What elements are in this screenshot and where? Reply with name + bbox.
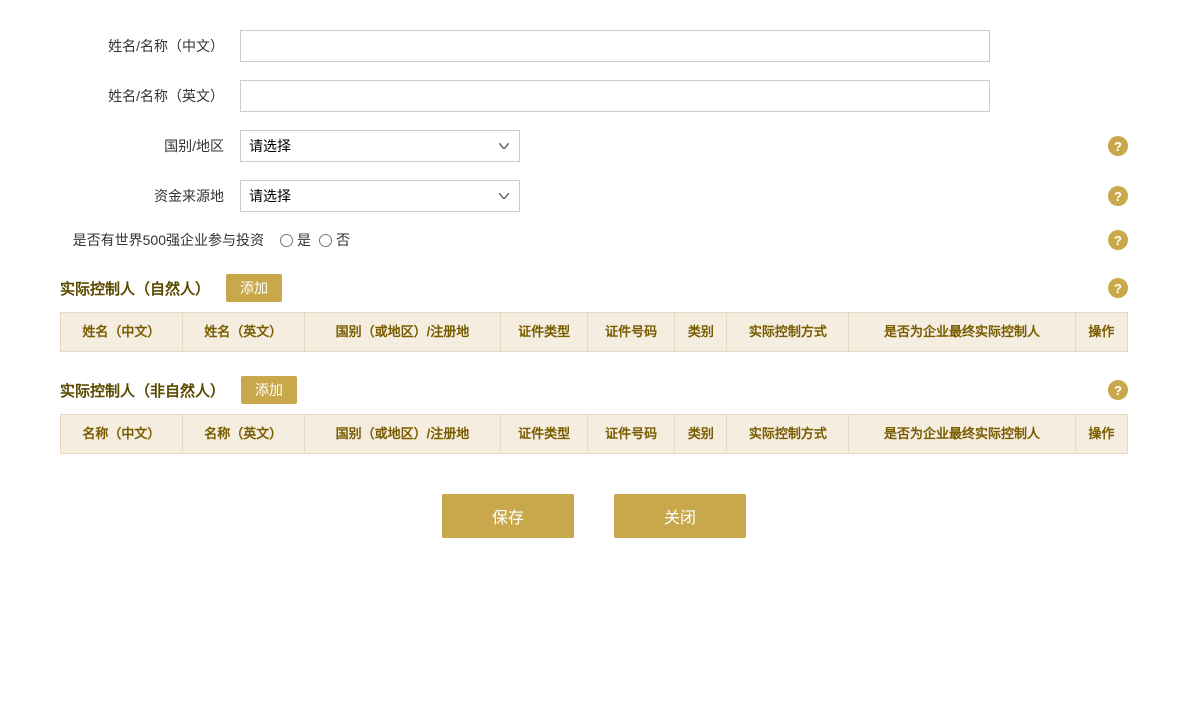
fund-source-help-wrap: ?	[520, 186, 1128, 206]
fortune500-help-wrap: ?	[350, 230, 1128, 250]
country-help-icon[interactable]: ?	[1108, 136, 1128, 156]
name-en-label: 姓名/名称（英文）	[60, 86, 240, 106]
save-button[interactable]: 保存	[442, 494, 574, 538]
fortune500-yes-label: 是	[297, 230, 311, 250]
section2-col-operation: 操作	[1075, 415, 1127, 454]
fund-source-label: 资金来源地	[60, 186, 240, 206]
fortune500-row: 是否有世界500强企业参与投资 是 否 ?	[60, 230, 1128, 250]
section1-col-name-cn: 姓名（中文）	[61, 313, 183, 352]
section2-col-cert-no: 证件号码	[588, 415, 675, 454]
section1-title: 实际控制人（自然人）	[60, 278, 210, 299]
country-row: 国别/地区 请选择 ?	[60, 130, 1128, 162]
section1-col-ultimate-controller: 是否为企业最终实际控制人	[849, 313, 1075, 352]
section2-table-head: 名称（中文） 名称（英文） 国别（或地区）/注册地 证件类型 证件号码 类别 实…	[61, 415, 1128, 454]
section1-help-wrap: ?	[1096, 278, 1128, 298]
section2-col-control-method: 实际控制方式	[727, 415, 849, 454]
section2-col-category: 类别	[675, 415, 727, 454]
close-button[interactable]: 关闭	[614, 494, 746, 538]
fund-source-help-icon[interactable]: ?	[1108, 186, 1128, 206]
section1-col-control-method: 实际控制方式	[727, 313, 849, 352]
section1-table-head: 姓名（中文） 姓名（英文） 国别（或地区）/注册地 证件类型 证件号码 类别 实…	[61, 313, 1128, 352]
fortune500-label: 是否有世界500强企业参与投资	[60, 230, 280, 250]
section2-table: 名称（中文） 名称（英文） 国别（或地区）/注册地 证件类型 证件号码 类别 实…	[60, 414, 1128, 454]
section2-help-icon[interactable]: ?	[1108, 380, 1128, 400]
fortune500-no-option[interactable]: 否	[319, 230, 350, 250]
section2-help-wrap: ?	[1096, 380, 1128, 400]
name-en-field	[240, 80, 1128, 112]
fortune500-help-icon[interactable]: ?	[1108, 230, 1128, 250]
section2-title: 实际控制人（非自然人）	[60, 380, 225, 401]
fortune500-yes-option[interactable]: 是	[280, 230, 311, 250]
section1-col-operation: 操作	[1075, 313, 1127, 352]
page-container: 姓名/名称（中文） 姓名/名称（英文） 国别/地区 请选择 ? 资金来源地 请选…	[0, 0, 1188, 578]
fortune500-radio-group: 是 否	[280, 230, 350, 250]
section1-add-button[interactable]: 添加	[226, 274, 282, 302]
section1-col-name-en: 姓名（英文）	[182, 313, 304, 352]
section2-col-cert-type: 证件类型	[501, 415, 588, 454]
name-cn-row: 姓名/名称（中文）	[60, 30, 1128, 62]
fund-source-row: 资金来源地 请选择 ?	[60, 180, 1128, 212]
section2-add-button[interactable]: 添加	[241, 376, 297, 404]
section1-col-cert-type: 证件类型	[501, 313, 588, 352]
section1-col-cert-no: 证件号码	[588, 313, 675, 352]
name-cn-field	[240, 30, 1128, 62]
fortune500-yes-radio[interactable]	[280, 234, 293, 247]
section1-table: 姓名（中文） 姓名（英文） 国别（或地区）/注册地 证件类型 证件号码 类别 实…	[60, 312, 1128, 352]
fund-source-select[interactable]: 请选择	[240, 180, 520, 212]
fortune500-no-radio[interactable]	[319, 234, 332, 247]
section1-help-icon[interactable]: ?	[1108, 278, 1128, 298]
fund-source-field-wrap: 请选择 ?	[240, 180, 1128, 212]
section2-col-name-en: 名称（英文）	[182, 415, 304, 454]
name-cn-input[interactable]	[240, 30, 990, 62]
name-en-row: 姓名/名称（英文）	[60, 80, 1128, 112]
country-help-wrap: ?	[520, 136, 1128, 156]
fortune500-field-wrap: 是 否 ?	[280, 230, 1128, 250]
section2-col-ultimate-controller: 是否为企业最终实际控制人	[849, 415, 1075, 454]
name-cn-label: 姓名/名称（中文）	[60, 36, 240, 56]
section2-col-name-cn: 名称（中文）	[61, 415, 183, 454]
country-select[interactable]: 请选择	[240, 130, 520, 162]
section1-col-category: 类别	[675, 313, 727, 352]
section1-header: 实际控制人（自然人） 添加 ?	[60, 274, 1128, 302]
section1-header-row: 姓名（中文） 姓名（英文） 国别（或地区）/注册地 证件类型 证件号码 类别 实…	[61, 313, 1128, 352]
country-field-wrap: 请选择 ?	[240, 130, 1128, 162]
section1-col-country: 国别（或地区）/注册地	[304, 313, 500, 352]
country-label: 国别/地区	[60, 136, 240, 156]
section2-header-row: 名称（中文） 名称（英文） 国别（或地区）/注册地 证件类型 证件号码 类别 实…	[61, 415, 1128, 454]
section2-header: 实际控制人（非自然人） 添加 ?	[60, 376, 1128, 404]
bottom-btn-row: 保存 关闭	[60, 494, 1128, 538]
name-en-input[interactable]	[240, 80, 990, 112]
fortune500-no-label: 否	[336, 230, 350, 250]
section2-col-country: 国别（或地区）/注册地	[304, 415, 500, 454]
